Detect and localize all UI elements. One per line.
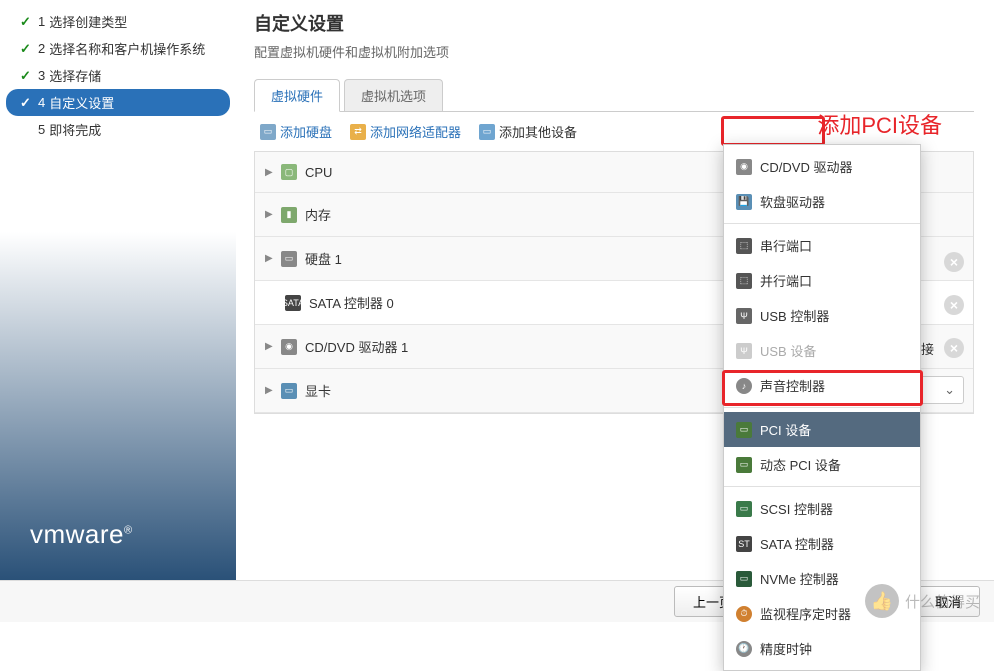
add-other-device-button[interactable]: ▭添加其他设备 — [479, 122, 577, 141]
pci-dyn-icon: ▭ — [736, 457, 752, 473]
cd-drive-icon: ◉ — [736, 159, 752, 175]
main-panel: 自定义设置 配置虚拟机硬件和虚拟机附加选项 虚拟硬件 虚拟机选项 ▭添加硬盘 ⇄… — [236, 0, 994, 580]
close-icon: × — [944, 295, 964, 315]
add-network-button[interactable]: ⇄添加网络适配器 — [350, 122, 461, 141]
gpu-icon: ▭ — [281, 383, 297, 399]
dd-clock[interactable]: 🕐精度时钟 — [724, 631, 920, 666]
sata-icon: SATA — [285, 295, 301, 311]
dd-scsi[interactable]: ▭SCSI 控制器 — [724, 491, 920, 526]
wizard-sidebar: ✓1选择创建类型 ✓2选择名称和客户机操作系统 ✓3选择存储 ✓4自定义设置 5… — [0, 0, 236, 580]
expand-icon: ▶ — [265, 253, 273, 264]
dd-parallel[interactable]: ⬚并行端口 — [724, 263, 920, 298]
separator — [724, 407, 920, 408]
vmware-logo: vmware® — [30, 519, 133, 550]
dd-floppy[interactable]: 💾软盘驱动器 — [724, 184, 920, 219]
dd-usb-ctrl[interactable]: ΨUSB 控制器 — [724, 298, 920, 333]
close-icon: × — [944, 252, 964, 272]
clock-icon: 🕐 — [736, 641, 752, 657]
add-disk-button[interactable]: ▭添加硬盘 — [260, 122, 332, 141]
watchdog-icon: ⏱ — [736, 606, 752, 622]
tab-vm-options[interactable]: 虚拟机选项 — [344, 79, 443, 111]
dd-serial[interactable]: ⬚串行端口 — [724, 228, 920, 263]
remove-disk-button[interactable]: × — [944, 252, 964, 272]
cd-icon: ◉ — [281, 339, 297, 355]
nvme-icon: ▭ — [736, 571, 752, 587]
usb-device-icon: Ψ — [736, 343, 752, 359]
sound-icon: ♪ — [736, 378, 752, 394]
pci-icon: ▭ — [736, 422, 752, 438]
serial-icon: ⬚ — [736, 238, 752, 254]
step-4-active[interactable]: ✓4自定义设置 — [6, 89, 230, 116]
memory-icon: ▮ — [281, 207, 297, 223]
expand-icon: ▶ — [265, 385, 273, 396]
tabs: 虚拟硬件 虚拟机选项 — [254, 79, 974, 112]
chevron-down-icon: ⌄ — [944, 382, 955, 398]
remove-cddvd-button[interactable]: × — [944, 338, 964, 358]
thumb-icon: 👍 — [865, 584, 899, 618]
disk-icon: ▭ — [260, 124, 276, 140]
step-2[interactable]: ✓2选择名称和客户机操作系统 — [0, 35, 236, 62]
dd-pci[interactable]: ▭PCI 设备 — [724, 412, 920, 447]
check-icon: ✓ — [20, 14, 32, 30]
expand-icon: ▶ — [265, 167, 273, 178]
usb-icon: Ψ — [736, 308, 752, 324]
step-3[interactable]: ✓3选择存储 — [0, 62, 236, 89]
tab-virtual-hardware[interactable]: 虚拟硬件 — [254, 79, 340, 112]
step-5: 5即将完成 — [0, 116, 236, 143]
watermark: 👍 什么值得买 — [865, 584, 980, 618]
dd-sound[interactable]: ♪声音控制器 — [724, 368, 920, 403]
dd-sata-ctrl[interactable]: STSATA 控制器 — [724, 526, 920, 561]
page-title: 自定义设置 — [254, 10, 974, 36]
cpu-icon: ▢ — [281, 164, 297, 180]
network-icon: ⇄ — [350, 124, 366, 140]
harddisk-icon: ▭ — [281, 251, 297, 267]
device-icon: ▭ — [479, 124, 495, 140]
dd-cddvd[interactable]: ◉CD/DVD 驱动器 — [724, 149, 920, 184]
separator — [724, 223, 920, 224]
parallel-icon: ⬚ — [736, 273, 752, 289]
sata-ctrl-icon: ST — [736, 536, 752, 552]
scsi-icon: ▭ — [736, 501, 752, 517]
floppy-icon: 💾 — [736, 194, 752, 210]
arrow-icon: ✓ — [20, 95, 32, 111]
expand-icon: ▶ — [265, 341, 273, 352]
expand-icon: ▶ — [265, 209, 273, 220]
dd-usb-device: ΨUSB 设备 — [724, 333, 920, 368]
check-icon: ✓ — [20, 41, 32, 57]
dd-pci-dynamic[interactable]: ▭动态 PCI 设备 — [724, 447, 920, 482]
step-1[interactable]: ✓1选择创建类型 — [0, 8, 236, 35]
page-subtitle: 配置虚拟机硬件和虚拟机附加选项 — [254, 42, 974, 61]
separator — [724, 486, 920, 487]
check-icon: ✓ — [20, 68, 32, 84]
wizard-steps: ✓1选择创建类型 ✓2选择名称和客户机操作系统 ✓3选择存储 ✓4自定义设置 5… — [0, 8, 236, 143]
remove-sata-button[interactable]: × — [944, 295, 964, 315]
